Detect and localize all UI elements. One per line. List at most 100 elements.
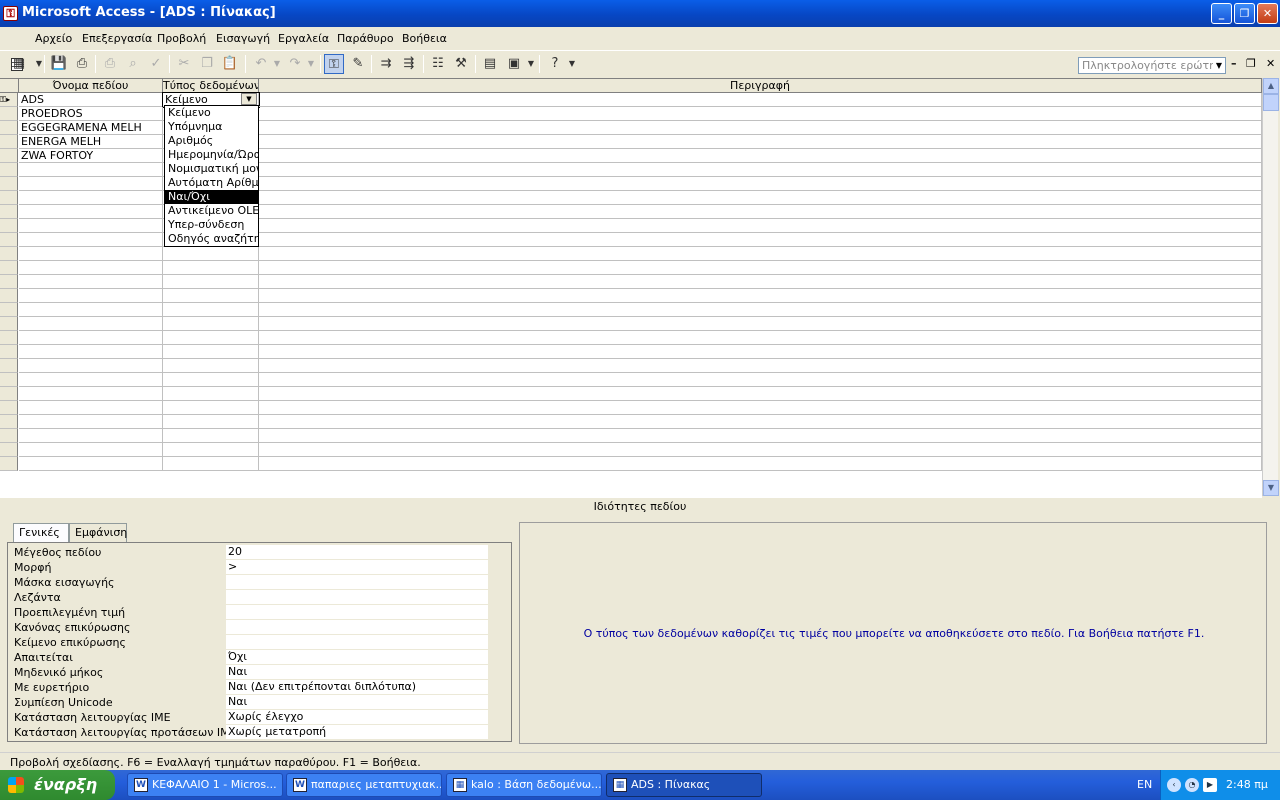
primary-key-icon[interactable]: ⚿▸	[0, 93, 18, 107]
empty-cell[interactable]	[19, 191, 163, 205]
empty-cell[interactable]	[19, 429, 163, 443]
property-value[interactable]: >	[226, 560, 488, 574]
row-selector[interactable]	[0, 177, 18, 191]
property-value[interactable]	[226, 575, 488, 589]
cell-field-name[interactable]: ADS	[19, 93, 163, 107]
empty-cell[interactable]	[163, 387, 259, 401]
cell-description[interactable]	[259, 135, 1262, 149]
cell-description[interactable]	[259, 93, 1262, 107]
empty-cell[interactable]	[259, 373, 1262, 387]
property-value[interactable]: Ναι	[226, 695, 488, 709]
cell-description[interactable]	[259, 149, 1262, 163]
cell-field-name[interactable]: EGGEGRAMENA MELH	[19, 121, 163, 135]
empty-cell[interactable]	[19, 177, 163, 191]
delete-rows-icon[interactable]: ⇶	[399, 54, 419, 74]
cell-field-name[interactable]: PROEDROS	[19, 107, 163, 121]
access-key-icon[interactable]: ⚿	[3, 6, 18, 21]
property-value[interactable]: Χωρίς έλεγχο	[226, 710, 488, 724]
media-play-icon[interactable]: ▶	[1203, 778, 1217, 792]
row-selector[interactable]	[0, 429, 18, 443]
empty-cell[interactable]	[259, 289, 1262, 303]
empty-cell[interactable]	[163, 247, 259, 261]
empty-cell[interactable]	[259, 359, 1262, 373]
spelling-icon[interactable]: ✓	[146, 54, 166, 74]
dropdown-option[interactable]: Υπόμνημα	[165, 120, 258, 134]
empty-cell[interactable]	[259, 261, 1262, 275]
empty-cell[interactable]	[163, 429, 259, 443]
row-selector[interactable]	[0, 107, 18, 121]
row-selector[interactable]	[0, 205, 18, 219]
view-icon[interactable]: ▦	[9, 54, 29, 74]
tray-expand-icon[interactable]: ‹	[1167, 778, 1181, 792]
empty-cell[interactable]	[259, 275, 1262, 289]
row-selector[interactable]	[0, 415, 18, 429]
empty-cell[interactable]	[259, 457, 1262, 471]
property-value[interactable]: 20	[226, 545, 488, 559]
property-value[interactable]: Όχι	[226, 650, 488, 664]
taskbar-button[interactable]: ▦ kalo : Βάση δεδομένω...	[446, 773, 602, 797]
empty-cell[interactable]	[163, 373, 259, 387]
row-selector[interactable]	[0, 191, 18, 205]
empty-cell[interactable]	[259, 429, 1262, 443]
menu-help[interactable]: Βοήθεια	[402, 32, 447, 45]
dropdown-option[interactable]: Κείμενο	[165, 106, 258, 120]
chevron-down-icon[interactable]: ▼	[521, 54, 541, 74]
empty-cell[interactable]	[163, 415, 259, 429]
row-selector[interactable]	[0, 121, 18, 135]
empty-cell[interactable]	[259, 303, 1262, 317]
menu-window[interactable]: Παράθυρο	[337, 32, 394, 45]
empty-cell[interactable]	[259, 205, 1262, 219]
row-selector[interactable]	[0, 317, 18, 331]
row-selector[interactable]	[0, 135, 18, 149]
empty-cell[interactable]	[259, 317, 1262, 331]
row-selector[interactable]	[0, 149, 18, 163]
header-field-name[interactable]: Όνομα πεδίου	[19, 79, 163, 93]
empty-cell[interactable]	[19, 401, 163, 415]
empty-cell[interactable]	[163, 359, 259, 373]
empty-cell[interactable]	[19, 247, 163, 261]
dropdown-option[interactable]: Υπερ-σύνδεση	[165, 218, 258, 232]
build-icon[interactable]: ⚒	[451, 54, 471, 74]
empty-cell[interactable]	[259, 247, 1262, 261]
magnifier-icon[interactable]: ⌕	[123, 54, 143, 74]
row-selector[interactable]	[0, 163, 18, 177]
row-selector[interactable]	[0, 387, 18, 401]
empty-cell[interactable]	[19, 303, 163, 317]
empty-cell[interactable]	[19, 373, 163, 387]
empty-cell[interactable]	[19, 261, 163, 275]
empty-cell[interactable]	[259, 415, 1262, 429]
row-selector[interactable]	[0, 219, 18, 233]
row-selector[interactable]	[0, 359, 18, 373]
network-icon[interactable]: ◔	[1185, 778, 1199, 792]
print-preview-icon[interactable]: ⎙	[72, 54, 92, 74]
scroll-up-icon[interactable]: ▲	[1263, 78, 1279, 94]
empty-cell[interactable]	[259, 345, 1262, 359]
row-selector[interactable]	[0, 331, 18, 345]
empty-cell[interactable]	[19, 289, 163, 303]
empty-cell[interactable]	[259, 191, 1262, 205]
empty-cell[interactable]	[259, 163, 1262, 177]
dropdown-option[interactable]: Αντικείμενο OLE	[165, 204, 258, 218]
empty-cell[interactable]	[163, 331, 259, 345]
row-selector[interactable]	[0, 373, 18, 387]
empty-cell[interactable]	[259, 331, 1262, 345]
dropdown-option[interactable]: Αριθμός	[165, 134, 258, 148]
row-selector[interactable]	[0, 289, 18, 303]
dropdown-option[interactable]: Οδηγός αναζήτησης	[165, 232, 258, 246]
menu-tools[interactable]: Εργαλεία	[278, 32, 329, 45]
taskbar-button[interactable]: W ΚΕΦΑΛΑΙΟ 1 - Micros...	[127, 773, 283, 797]
empty-cell[interactable]	[19, 443, 163, 457]
header-data-type[interactable]: Τύπος δεδομένων	[163, 79, 259, 93]
minimize-button[interactable]: _	[1211, 3, 1232, 24]
data-type-dropdown[interactable]: Κείμενο Υπόμνημα Αριθμός Ημερομηνία/Ώρα Νομι…	[164, 105, 259, 247]
dropdown-option[interactable]: Ναι/Όχι	[165, 190, 258, 204]
cut-icon[interactable]: ✂	[174, 54, 194, 74]
empty-cell[interactable]	[19, 415, 163, 429]
taskbar-button[interactable]: ▦ ADS : Πίνακας	[606, 773, 762, 797]
empty-cell[interactable]	[259, 443, 1262, 457]
property-value[interactable]: Ναι (Δεν επιτρέπονται διπλότυπα)	[226, 680, 488, 694]
empty-cell[interactable]	[163, 443, 259, 457]
save-icon[interactable]: 💾	[49, 54, 69, 74]
empty-cell[interactable]	[19, 205, 163, 219]
property-value[interactable]: Χωρίς μετατροπή	[226, 725, 488, 739]
